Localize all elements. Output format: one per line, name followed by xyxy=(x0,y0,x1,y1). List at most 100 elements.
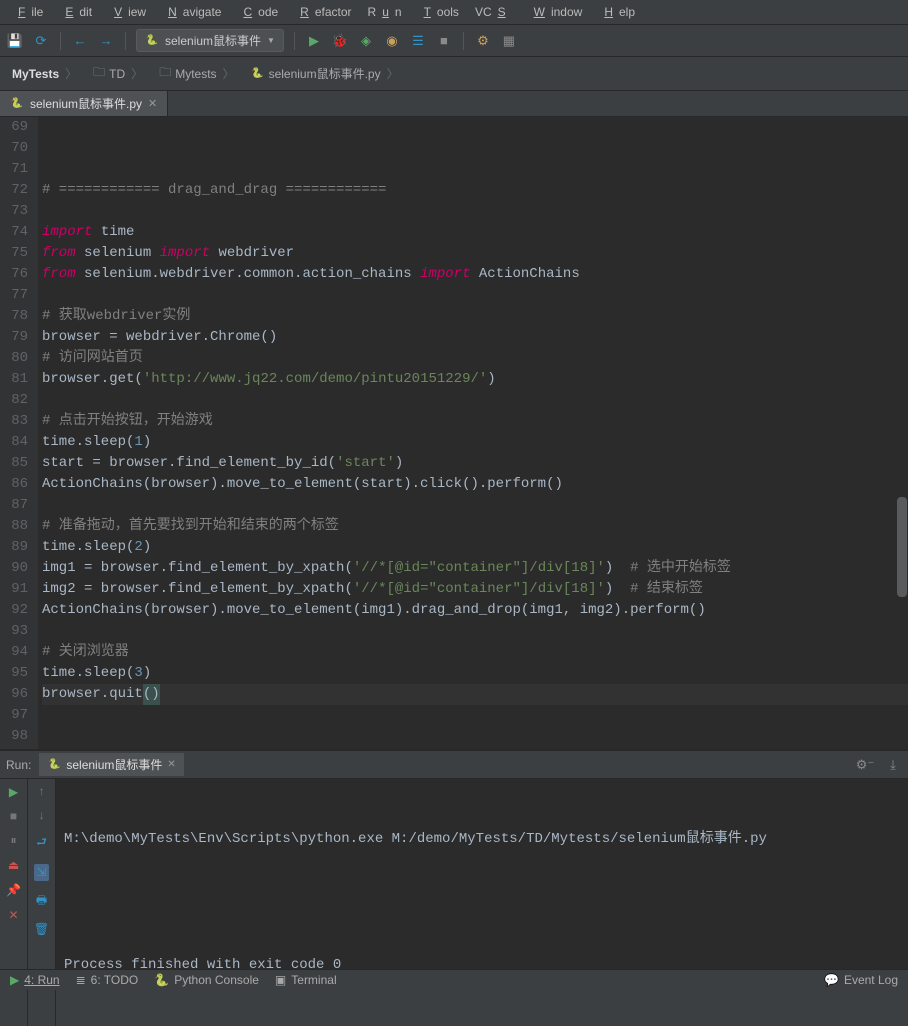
folder-icon: 🗀 xyxy=(93,63,105,84)
editor-tabs: 🐍 selenium鼠标事件.py ✕ xyxy=(0,91,908,117)
status-run[interactable]: ▶ 4: Run xyxy=(10,973,60,987)
close-icon[interactable]: ✕ xyxy=(8,908,18,923)
separator xyxy=(294,32,295,50)
profile-icon[interactable]: ◉ xyxy=(383,32,401,50)
run-icon[interactable]: ▶ xyxy=(305,32,323,50)
code-line[interactable]: time.sleep(3) xyxy=(42,663,908,684)
code-area[interactable]: # ============ drag_and_drag ===========… xyxy=(38,117,908,749)
code-line[interactable]: browser.quit() xyxy=(42,684,908,705)
run-config-selector[interactable]: 🐍 selenium鼠标事件 ▼ xyxy=(136,29,284,52)
save-all-icon[interactable]: 💾 xyxy=(6,32,24,50)
breadcrumb-mytests[interactable]: MyTests〉 xyxy=(6,63,85,84)
code-line[interactable] xyxy=(42,705,908,726)
code-line[interactable] xyxy=(42,621,908,642)
terminal-icon: ▣ xyxy=(275,973,286,987)
rerun-icon[interactable]: ▶ xyxy=(9,785,18,800)
scroll-end-icon[interactable]: ⇲ xyxy=(34,864,48,881)
python-icon: 🐍 xyxy=(154,973,169,987)
separator xyxy=(463,32,464,50)
code-line[interactable]: from selenium import webdriver xyxy=(42,243,908,264)
code-line[interactable]: browser = webdriver.Chrome() xyxy=(42,327,908,348)
separator xyxy=(125,32,126,50)
gutter-line: 69 xyxy=(6,117,28,138)
code-line[interactable] xyxy=(42,390,908,411)
menu-refactor[interactable]: Refactor xyxy=(288,3,357,21)
menu-file[interactable]: FFileile xyxy=(6,3,49,21)
stop-icon[interactable]: ■ xyxy=(435,32,453,50)
code-line[interactable]: # 关闭浏览器 xyxy=(42,642,908,663)
code-line[interactable]: from selenium.webdriver.common.action_ch… xyxy=(42,264,908,285)
python-icon: 🐍 xyxy=(10,97,24,111)
pause-icon[interactable]: ⏸ xyxy=(10,834,16,848)
code-line[interactable]: ActionChains(browser).move_to_element(st… xyxy=(42,474,908,495)
menu-window[interactable]: Window xyxy=(522,3,589,21)
settings-icon[interactable]: ⚙ xyxy=(474,32,492,50)
status-terminal[interactable]: ▣ Terminal xyxy=(275,973,337,987)
run-header: Run: 🐍 selenium鼠标事件 ✕ ⚙⁻ ⤓ xyxy=(0,751,908,779)
menu-run[interactable]: Run xyxy=(362,3,408,21)
menu-edit[interactable]: Edit xyxy=(53,3,98,21)
coverage-icon[interactable]: ◈ xyxy=(357,32,375,50)
editor[interactable]: 6970717273747576777879808182838485868788… xyxy=(0,117,908,749)
print-icon[interactable]: 🖶 xyxy=(36,891,47,912)
code-line[interactable]: time.sleep(2) xyxy=(42,537,908,558)
menu-vcs[interactable]: VCS xyxy=(469,3,518,21)
menu-view[interactable]: View xyxy=(102,3,152,21)
close-icon[interactable]: ✕ xyxy=(148,97,157,110)
code-line[interactable]: start = browser.find_element_by_id('star… xyxy=(42,453,908,474)
menu-tools[interactable]: Tools xyxy=(412,3,465,21)
debug-icon[interactable]: 🐞 xyxy=(331,32,349,50)
exit-icon[interactable]: ⏏ xyxy=(8,858,19,873)
code-line[interactable]: # 准备拖动，首先要找到开始和结束的两个标签 xyxy=(42,516,908,537)
gutter-line: 95 xyxy=(6,663,28,684)
code-line[interactable] xyxy=(42,747,908,749)
status-pyconsole[interactable]: 🐍 Python Console xyxy=(154,973,259,987)
run-tab[interactable]: 🐍 selenium鼠标事件 ✕ xyxy=(39,753,183,776)
stop-icon[interactable]: ■ xyxy=(10,810,17,824)
code-line[interactable]: img2 = browser.find_element_by_xpath('//… xyxy=(42,579,908,600)
code-line[interactable]: browser.get('http://www.jq22.com/demo/pi… xyxy=(42,369,908,390)
python-icon: 🐍 xyxy=(145,34,159,48)
code-line[interactable]: # 点击开始按钮，开始游戏 xyxy=(42,411,908,432)
soft-wrap-icon[interactable]: ⮐ xyxy=(36,833,47,854)
output-line: M:\demo\MyTests\Env\Scripts\python.exe M… xyxy=(64,829,900,850)
code-line[interactable]: img1 = browser.find_element_by_xpath('//… xyxy=(42,558,908,579)
menu-help[interactable]: Help xyxy=(592,3,641,21)
menu-code[interactable]: Code xyxy=(231,3,284,21)
status-todo[interactable]: ≣ 6: TODO xyxy=(76,973,139,987)
code-line[interactable]: ActionChains(browser).move_to_element(im… xyxy=(42,600,908,621)
back-icon[interactable]: ← xyxy=(71,32,89,50)
editor-tab[interactable]: 🐍 selenium鼠标事件.py ✕ xyxy=(0,91,168,116)
gear-icon[interactable]: ⚙⁻ xyxy=(856,756,874,774)
concurrency-icon[interactable]: ☰ xyxy=(409,32,427,50)
structure-icon[interactable]: ▦ xyxy=(500,32,518,50)
pin-icon[interactable]: 📌 xyxy=(6,883,21,898)
menu-navigate[interactable]: Navigate xyxy=(156,3,227,21)
code-line[interactable] xyxy=(42,285,908,306)
clear-icon[interactable]: 🗑 xyxy=(34,922,49,937)
breadcrumb-td[interactable]: 🗀TD〉 xyxy=(87,61,151,86)
up-icon[interactable]: ↑ xyxy=(38,785,45,799)
gutter-line: 83 xyxy=(6,411,28,432)
scrollbar-vertical[interactable] xyxy=(897,497,907,597)
gutter: 6970717273747576777879808182838485868788… xyxy=(0,117,38,749)
code-line[interactable] xyxy=(42,726,908,747)
forward-icon[interactable]: → xyxy=(97,32,115,50)
gutter-line: 73 xyxy=(6,201,28,222)
hide-icon[interactable]: ⤓ xyxy=(884,756,902,774)
code-line[interactable] xyxy=(42,201,908,222)
down-icon[interactable]: ↓ xyxy=(38,809,45,823)
code-line[interactable]: # 访问网站首页 xyxy=(42,348,908,369)
code-line[interactable]: time.sleep(1) xyxy=(42,432,908,453)
code-line[interactable]: # ============ drag_and_drag ===========… xyxy=(42,180,908,201)
close-icon[interactable]: ✕ xyxy=(167,759,175,770)
sync-icon[interactable]: ⟳ xyxy=(32,32,50,50)
gutter-line: 87 xyxy=(6,495,28,516)
status-eventlog[interactable]: 💬 Event Log xyxy=(824,973,898,987)
todo-icon: ≣ xyxy=(76,973,86,987)
code-line[interactable]: # 获取webdriver实例 xyxy=(42,306,908,327)
breadcrumb-file[interactable]: 🐍selenium鼠标事件.py〉 xyxy=(245,63,407,84)
code-line[interactable]: import time xyxy=(42,222,908,243)
code-line[interactable] xyxy=(42,495,908,516)
breadcrumb-mytests2[interactable]: 🗀Mytests〉 xyxy=(153,61,242,86)
